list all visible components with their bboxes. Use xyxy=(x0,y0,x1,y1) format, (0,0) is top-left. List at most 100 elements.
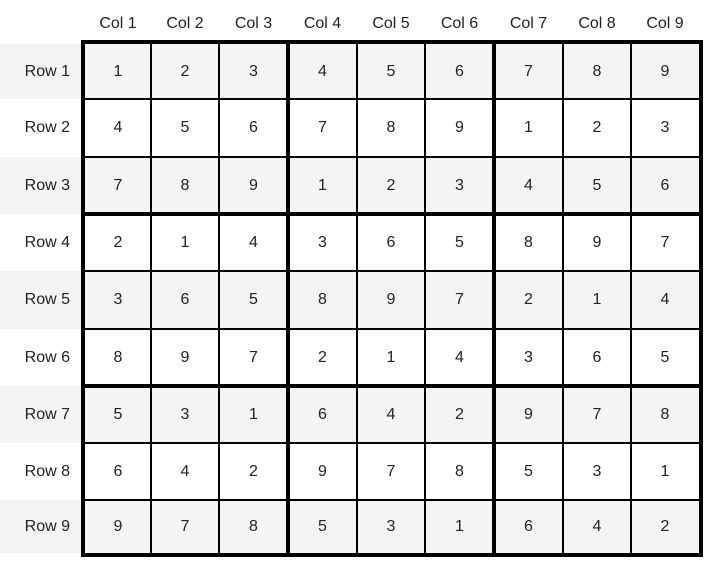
column-header: Col 7 xyxy=(509,15,548,32)
grid-cell[interactable]: 5 xyxy=(563,157,631,214)
grid-cell[interactable]: 4 xyxy=(494,157,563,214)
grid-cell[interactable]: 9 xyxy=(563,214,631,271)
grid-cell[interactable]: 3 xyxy=(631,99,699,157)
grid-cell[interactable]: 6 xyxy=(563,329,631,386)
column-header: Col 6 xyxy=(440,15,479,32)
grid-cell[interactable]: 3 xyxy=(563,443,631,500)
grid-cell[interactable]: 6 xyxy=(85,443,151,500)
grid-cell[interactable]: 7 xyxy=(357,443,425,500)
grid-cell[interactable]: 6 xyxy=(425,44,494,99)
row-header: Row 3 xyxy=(0,157,81,214)
grid-cell[interactable]: 2 xyxy=(563,99,631,157)
grid-cell[interactable]: 1 xyxy=(494,99,563,157)
box-divider-horizontal xyxy=(85,384,699,388)
cell-divider-vertical xyxy=(424,44,426,553)
grid-cell[interactable]: 2 xyxy=(631,500,699,553)
cell-divider-vertical xyxy=(218,44,220,553)
grid-cell[interactable]: 3 xyxy=(425,157,494,214)
grid-cell[interactable]: 1 xyxy=(219,386,288,443)
grid-cell[interactable]: 5 xyxy=(288,500,357,553)
grid-cell[interactable]: 5 xyxy=(357,44,425,99)
grid-cell[interactable]: 6 xyxy=(631,157,699,214)
row-header: Row 8 xyxy=(24,463,70,480)
grid-cell[interactable]: 7 xyxy=(288,99,357,157)
grid-cell[interactable]: 7 xyxy=(425,271,494,329)
grid-cell[interactable]: 1 xyxy=(151,214,219,271)
grid-cell[interactable]: 2 xyxy=(219,443,288,500)
grid-cell[interactable]: 4 xyxy=(425,329,494,386)
grid-cell[interactable]: 4 xyxy=(631,271,699,329)
grid-cell[interactable]: 1 xyxy=(563,271,631,329)
grid-cell[interactable]: 6 xyxy=(357,214,425,271)
grid-cell[interactable]: 4 xyxy=(357,386,425,443)
grid-cell[interactable]: 9 xyxy=(494,386,563,443)
grid-cell[interactable]: 8 xyxy=(357,99,425,157)
grid-cell[interactable]: 1 xyxy=(631,443,699,500)
box-divider-vertical xyxy=(492,44,496,553)
grid-cell[interactable]: 2 xyxy=(357,157,425,214)
grid-cell[interactable]: 4 xyxy=(219,214,288,271)
grid-cell[interactable]: 4 xyxy=(151,443,219,500)
grid-cell[interactable]: 3 xyxy=(494,329,563,386)
grid-cell[interactable]: 2 xyxy=(425,386,494,443)
grid-cell[interactable]: 7 xyxy=(563,386,631,443)
grid-cell[interactable]: 9 xyxy=(357,271,425,329)
grid-cell[interactable]: 8 xyxy=(219,500,288,553)
grid-cell[interactable]: 3 xyxy=(151,386,219,443)
grid-cell[interactable]: 9 xyxy=(85,500,151,553)
grid-cell[interactable]: 8 xyxy=(631,386,699,443)
grid-cell[interactable]: 6 xyxy=(151,271,219,329)
grid-cell[interactable]: 4 xyxy=(288,44,357,99)
grid-cell[interactable]: 1 xyxy=(357,329,425,386)
grid-cell[interactable]: 1 xyxy=(288,157,357,214)
grid-cell[interactable]: 9 xyxy=(151,329,219,386)
grid-cell[interactable]: 5 xyxy=(631,329,699,386)
grid-cell[interactable]: 4 xyxy=(85,99,151,157)
grid-cell[interactable]: 8 xyxy=(563,44,631,99)
cell-divider-vertical xyxy=(150,44,152,553)
grid-cell[interactable]: 6 xyxy=(219,99,288,157)
grid-cell[interactable]: 8 xyxy=(425,443,494,500)
row-header: Row 2 xyxy=(24,119,70,136)
grid-cell[interactable]: 3 xyxy=(288,214,357,271)
grid-cell[interactable]: 8 xyxy=(494,214,563,271)
grid-cell[interactable]: 5 xyxy=(494,443,563,500)
column-header: Col 2 xyxy=(166,15,204,32)
grid-cell[interactable]: 3 xyxy=(357,500,425,553)
grid-cell[interactable]: 2 xyxy=(85,214,151,271)
grid-cell[interactable]: 7 xyxy=(631,214,699,271)
grid-cell[interactable]: 1 xyxy=(425,500,494,553)
grid-cell[interactable]: 9 xyxy=(631,44,699,99)
grid-cell[interactable]: 3 xyxy=(219,44,288,99)
grid-cell[interactable]: 9 xyxy=(288,443,357,500)
grid-cell[interactable]: 9 xyxy=(425,99,494,157)
cell-divider-vertical xyxy=(562,44,564,553)
column-header: Col 9 xyxy=(646,15,684,32)
grid-cell[interactable]: 5 xyxy=(219,271,288,329)
grid-cell[interactable]: 8 xyxy=(85,329,151,386)
column-header: Col 3 xyxy=(234,15,273,32)
grid-cell[interactable]: 7 xyxy=(85,157,151,214)
cell-divider-horizontal xyxy=(85,499,699,501)
grid-cell[interactable]: 3 xyxy=(85,271,151,329)
grid-cell[interactable]: 2 xyxy=(151,44,219,99)
grid-cell[interactable]: 4 xyxy=(563,500,631,553)
grid-cell[interactable]: 7 xyxy=(151,500,219,553)
grid-cell[interactable]: 5 xyxy=(151,99,219,157)
grid-cell[interactable]: 8 xyxy=(151,157,219,214)
grid-cell[interactable]: 5 xyxy=(425,214,494,271)
grid-cell[interactable]: 6 xyxy=(288,386,357,443)
row-header: Row 7 xyxy=(0,386,81,443)
grid-cell[interactable]: 1 xyxy=(85,44,151,99)
grid-cell[interactable]: 8 xyxy=(288,271,357,329)
grid-cell[interactable]: 5 xyxy=(85,386,151,443)
grid-cell[interactable]: 7 xyxy=(219,329,288,386)
grid-cell[interactable]: 7 xyxy=(494,44,563,99)
row-header: Row 9 xyxy=(0,500,81,553)
grid-cell[interactable]: 2 xyxy=(494,271,563,329)
grid-cell[interactable]: 2 xyxy=(288,329,357,386)
grid-cell[interactable]: 6 xyxy=(494,500,563,553)
grid-cell[interactable]: 9 xyxy=(219,157,288,214)
cell-divider-vertical xyxy=(356,44,358,553)
cell-divider-horizontal xyxy=(85,156,699,158)
